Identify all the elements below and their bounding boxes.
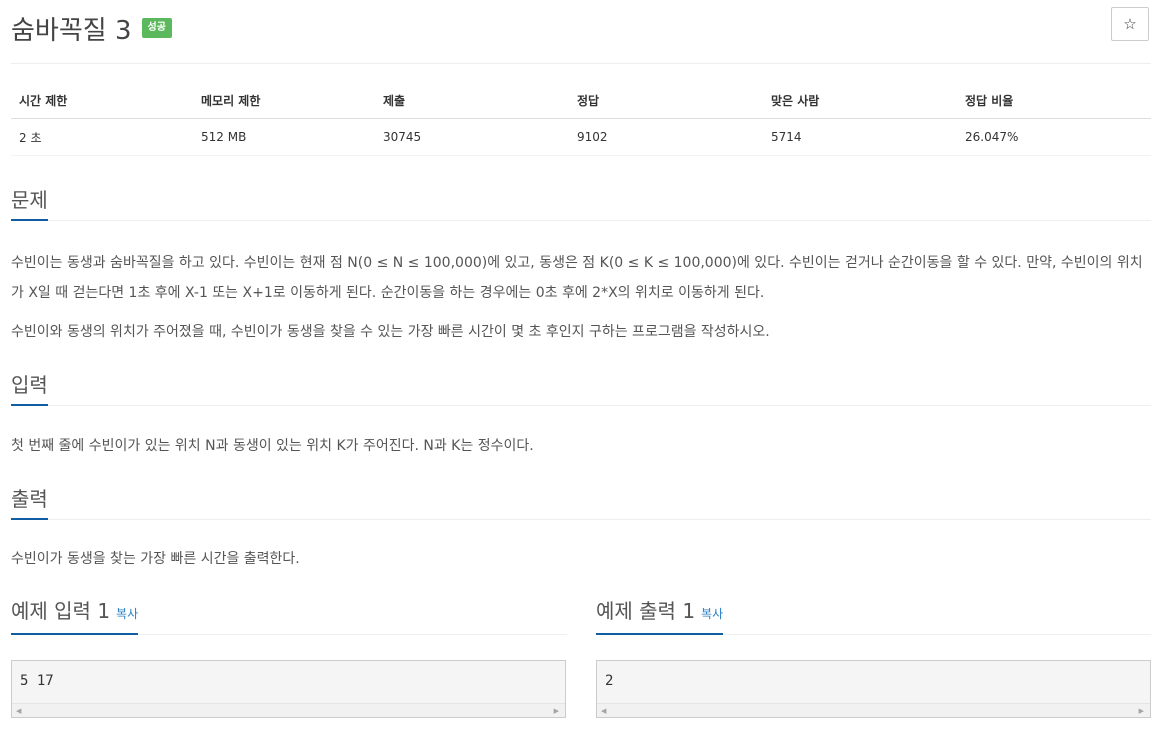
sample-input-scrollbar[interactable]: ◀ ▶ [12,703,565,717]
header-accepted: 정답 [577,94,600,108]
output-section-header: 출력 [11,484,1151,520]
problem-page: 숨바꼭질 3 성공 ☆ 시간 제한 메모리 제한 제출 정답 맞은 사람 정답 … [0,0,1159,733]
sample-input-title: 예제 입력 1 복사 [11,599,139,635]
problem-section-header: 문제 [11,185,1151,221]
problem-info-table: 시간 제한 메모리 제한 제출 정답 맞은 사람 정답 비율 2 초 512 M… [11,83,1151,156]
sample-input-content: 5 17 [20,673,54,689]
header-submissions: 제출 [383,94,406,108]
star-icon: ☆ [1123,15,1137,33]
header-memory-limit: 메모리 제한 [201,94,261,108]
star-button[interactable]: ☆ [1111,7,1149,41]
copy-sample-input-link[interactable]: 복사 [116,607,138,621]
sample-input-header: 예제 입력 1 복사 [11,599,567,635]
problem-description: 수빈이는 동생과 숨바꼭질을 하고 있다. 수빈이는 현재 점 N(0 ≤ N … [11,255,1143,301]
table-header-row: 시간 제한 메모리 제한 제출 정답 맞은 사람 정답 비율 [11,83,1151,119]
header-solved-users: 맞은 사람 [771,94,820,108]
sample-input-box[interactable]: 5 17 ◀ ▶ [11,660,566,718]
header-divider [11,63,1151,64]
sample-output-scrollbar[interactable]: ◀ ▶ [597,703,1150,717]
output-section-title: 출력 [11,487,48,520]
header-time-limit: 시간 제한 [19,94,68,108]
scroll-right-icon[interactable]: ▶ [554,705,559,717]
solved-users-value: 5714 [771,130,802,144]
sample-output-title: 예제 출력 1 복사 [596,599,724,635]
scroll-right-icon[interactable]: ▶ [1139,705,1144,717]
submissions-value: 30745 [383,130,422,144]
title-row: 숨바꼭질 3 성공 [11,10,172,46]
accept-ratio-value: 26.047% [965,130,1019,144]
copy-sample-output-link[interactable]: 복사 [701,607,723,621]
result-badge: 성공 [141,18,172,38]
sample-output-box[interactable]: 2 ◀ ▶ [596,660,1151,718]
accepted-value: 9102 [577,130,608,144]
memory-limit-value: 512 MB [201,130,247,144]
scroll-left-icon[interactable]: ◀ [16,705,21,717]
problem-section-title: 문제 [11,188,48,221]
input-section-header: 입력 [11,370,1151,406]
table-row: 2 초 512 MB 30745 9102 5714 26.047% [11,119,1151,156]
output-description: 수빈이가 동생을 찾는 가장 빠른 시간을 출력한다. [11,551,300,567]
sample-output-content: 2 [605,673,614,689]
sample-output-header: 예제 출력 1 복사 [596,599,1151,635]
problem-task: 수빈이와 동생의 위치가 주어졌을 때, 수빈이가 동생을 찾을 수 있는 가장… [11,324,770,340]
input-section-title: 입력 [11,373,48,406]
scroll-left-icon[interactable]: ◀ [601,705,606,717]
time-limit-value: 2 초 [19,130,42,145]
input-description: 첫 번째 줄에 수빈이가 있는 위치 N과 동생이 있는 위치 K가 주어진다.… [11,438,534,454]
problem-title: 숨바꼭질 3 [11,15,132,46]
header-accept-ratio: 정답 비율 [965,94,1014,108]
